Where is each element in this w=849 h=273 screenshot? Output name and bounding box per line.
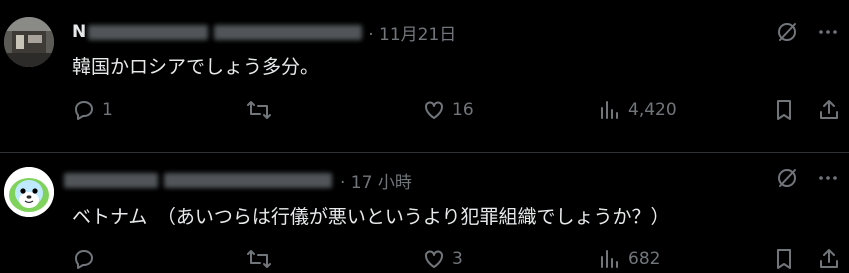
like-count: 3 xyxy=(452,249,463,269)
timestamp[interactable]: · 17 小時 xyxy=(340,168,412,193)
views-icon xyxy=(601,101,618,119)
post-text: ベトナム （あいつらは行儀が悪いというより犯罪組織でしょうか？） xyxy=(72,206,670,228)
grok-icon[interactable] xyxy=(775,166,799,190)
blurred-name xyxy=(88,24,209,40)
views-icon xyxy=(601,250,618,268)
post-top-actions xyxy=(775,20,839,44)
repost-icon xyxy=(247,101,271,119)
bookmark-button[interactable] xyxy=(773,247,795,271)
avatar[interactable] xyxy=(4,17,54,67)
heart-icon xyxy=(425,101,443,119)
post[interactable]: N · 11月21日 韓国かロシアでしょう多分。 1 16 4,420 xyxy=(0,0,849,153)
share-button[interactable] xyxy=(817,98,841,122)
reply-count: 1 xyxy=(102,100,113,120)
bookmark-button[interactable] xyxy=(773,98,795,122)
views-button[interactable]: 4,420 xyxy=(598,98,677,122)
repost-button[interactable] xyxy=(246,247,278,271)
share-icon xyxy=(820,249,838,268)
reply-button[interactable]: 1 xyxy=(72,98,113,122)
grok-icon[interactable] xyxy=(775,20,799,44)
views-count: 682 xyxy=(628,249,661,269)
blurred-handle xyxy=(214,24,363,40)
avatar[interactable] xyxy=(4,167,54,217)
post-actions: 3 682 xyxy=(72,247,839,273)
display-name[interactable]: N xyxy=(72,22,86,42)
like-button[interactable]: 3 xyxy=(422,247,463,271)
timestamp[interactable]: · 11月21日 xyxy=(368,20,456,45)
reply-icon xyxy=(75,250,93,269)
blurred-name xyxy=(64,172,158,188)
post[interactable]: · 17 小時 ベトナム （あいつらは行儀が悪いというより犯罪組織でしょうか？） xyxy=(0,153,849,273)
more-icon[interactable] xyxy=(817,167,839,189)
more-icon[interactable] xyxy=(817,21,839,43)
photo-avatar-icon xyxy=(4,17,54,67)
bookmark-icon xyxy=(777,249,791,269)
heart-icon xyxy=(425,250,443,268)
post-text: 韓国かロシアでしょう多分。 xyxy=(72,56,320,78)
post-top-actions xyxy=(775,166,839,190)
like-count: 16 xyxy=(452,100,474,120)
share-button[interactable] xyxy=(817,247,841,271)
bookmark-icon xyxy=(777,100,791,120)
cartoon-otter-avatar-icon xyxy=(4,167,54,217)
post-header: N · 11月21日 xyxy=(72,20,456,45)
repost-icon xyxy=(247,250,271,268)
blurred-handle xyxy=(164,172,332,188)
share-icon xyxy=(820,100,838,119)
like-button[interactable]: 16 xyxy=(422,98,474,122)
post-actions: 1 16 4,420 xyxy=(72,98,839,124)
views-button[interactable]: 682 xyxy=(598,247,660,271)
repost-button[interactable] xyxy=(246,98,278,122)
views-count: 4,420 xyxy=(628,100,677,120)
reply-button[interactable] xyxy=(72,247,102,271)
reply-icon xyxy=(75,101,93,120)
post-header: · 17 小時 xyxy=(64,168,412,193)
